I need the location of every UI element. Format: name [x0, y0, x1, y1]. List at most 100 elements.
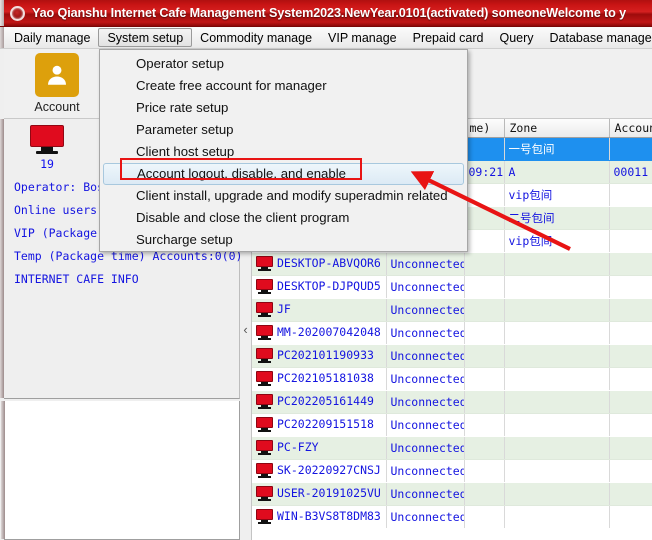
cell-zone [504, 436, 610, 460]
monitor-offline-icon [256, 417, 273, 432]
menu-commodity-manage[interactable]: Commodity manage [192, 27, 320, 48]
cell-account [609, 436, 652, 460]
cell-host-name: DESKTOP-ABVQOR6 [252, 252, 387, 276]
col-account[interactable]: Account [609, 119, 652, 138]
host-name-text: SK-20220927CNSJ [277, 463, 381, 477]
cell-account: 00011 [609, 160, 652, 184]
cell-zone: 一号包间 [504, 137, 610, 161]
menu-item-price-rate-setup[interactable]: Price rate setup [100, 97, 467, 119]
cell-account [609, 344, 652, 368]
toolbar-button-account[interactable]: Account [22, 49, 92, 114]
cell-time [464, 183, 505, 207]
cell-status: Unconnected [386, 390, 465, 414]
cell-time [464, 298, 505, 322]
menu-item-client-install-upgrade[interactable]: Client install, upgrade and modify super… [100, 185, 467, 207]
app-logo-icon [10, 5, 25, 21]
cell-account [609, 505, 652, 529]
cell-zone [504, 344, 610, 368]
monitor-offline-icon [256, 440, 273, 455]
col-zone[interactable]: Zone [504, 119, 610, 138]
cell-time [464, 137, 505, 161]
window-title: Yao Qianshu Internet Cafe Management Sys… [32, 6, 627, 20]
table-row[interactable]: SK-20220927CNSJ Unconnected [252, 459, 652, 483]
cell-account [609, 183, 652, 207]
offline-count: 19 [40, 157, 54, 171]
cell-time [464, 413, 505, 437]
host-name-text: PC-FZY [277, 440, 319, 454]
cell-account [609, 321, 652, 345]
cell-account [609, 229, 652, 253]
cell-host-name: USER-20191025VU [252, 482, 387, 506]
title-bar: Yao Qianshu Internet Cafe Management Sys… [0, 0, 652, 27]
table-row[interactable]: PC202205161449 Unconnected [252, 390, 652, 414]
menu-system-setup[interactable]: System setup [98, 28, 193, 47]
cell-zone [504, 252, 610, 276]
monitor-offline-icon [256, 302, 273, 317]
cell-account [609, 367, 652, 391]
cell-account [609, 298, 652, 322]
cell-zone: 二号包间 [504, 206, 610, 230]
monitor-offline-icon [256, 463, 273, 478]
cell-status: Unconnected [386, 505, 465, 529]
table-row[interactable]: MM-202007042048 Unconnected [252, 321, 652, 345]
system-setup-dropdown: Operator setup Create free account for m… [99, 49, 468, 252]
menu-item-create-free-account[interactable]: Create free account for manager [100, 75, 467, 97]
cell-time [464, 275, 505, 299]
monitor-offline-icon [256, 394, 273, 409]
window-left-edge [0, 27, 4, 48]
window-left-edge [1, 401, 5, 539]
cell-account [609, 137, 652, 161]
cell-time [464, 344, 505, 368]
cell-zone [504, 390, 610, 414]
cell-status: Unconnected [386, 367, 465, 391]
cell-time [464, 206, 505, 230]
offline-screen-counter[interactable]: 19 [24, 125, 70, 171]
menu-prepaid-card[interactable]: Prepaid card [405, 27, 492, 48]
cell-time [464, 367, 505, 391]
menu-database-manage[interactable]: Database manage [542, 27, 652, 48]
cell-zone [504, 459, 610, 483]
menu-item-operator-setup[interactable]: Operator setup [100, 53, 467, 75]
table-row[interactable]: WIN-B3VS8T8DM83 Unconnected [252, 505, 652, 529]
cell-status: Unconnected [386, 344, 465, 368]
cell-host-name: PC202105181038 [252, 367, 387, 391]
cell-status: Unconnected [386, 252, 465, 276]
table-row[interactable]: PC202101190933 Unconnected [252, 344, 652, 368]
col-time[interactable]: me) [464, 119, 505, 138]
cell-status: Unconnected [386, 321, 465, 345]
table-row[interactable]: USER-20191025VU Unconnected [252, 482, 652, 506]
menu-query[interactable]: Query [491, 27, 541, 48]
table-row[interactable]: JF Unconnected [252, 298, 652, 322]
menu-item-disable-close-client[interactable]: Disable and close the client program [100, 207, 467, 229]
host-name-text: USER-20191025VU [277, 486, 381, 500]
monitor-offline-icon [256, 325, 273, 340]
toolbar-label-account: Account [34, 100, 80, 114]
table-row[interactable]: PC202209151518 Unconnected [252, 413, 652, 437]
table-row[interactable]: PC202105181038 Unconnected [252, 367, 652, 391]
sidebar-detail-panel [1, 401, 240, 540]
cell-account [609, 206, 652, 230]
menu-vip-manage[interactable]: VIP manage [320, 27, 405, 48]
cell-status: Unconnected [386, 298, 465, 322]
monitor-offline-icon [30, 125, 64, 155]
cell-time [464, 252, 505, 276]
chevron-left-icon[interactable]: ‹ [243, 323, 247, 336]
host-name-text: DESKTOP-DJPQUD5 [277, 279, 381, 293]
cell-host-name: MM-202007042048 [252, 321, 387, 345]
menu-bar: Daily manage System setup Commodity mana… [0, 27, 652, 49]
monitor-offline-icon [256, 348, 273, 363]
table-row[interactable]: DESKTOP-ABVQOR6 Unconnected [252, 252, 652, 276]
cell-zone: vip包间 [504, 229, 610, 253]
menu-daily-manage[interactable]: Daily manage [6, 27, 98, 48]
cell-zone: vip包间 [504, 183, 610, 207]
table-row[interactable]: DESKTOP-DJPQUD5 Unconnected [252, 275, 652, 299]
menu-item-surcharge-setup[interactable]: Surcharge setup [100, 229, 467, 251]
cell-zone [504, 321, 610, 345]
window-left-edge [0, 119, 4, 398]
cell-time [464, 229, 505, 253]
menu-item-parameter-setup[interactable]: Parameter setup [100, 119, 467, 141]
cell-host-name: WIN-B3VS8T8DM83 [252, 505, 387, 529]
cell-account [609, 252, 652, 276]
table-row[interactable]: PC-FZY Unconnected [252, 436, 652, 460]
annotation-highlight-box [120, 158, 362, 180]
